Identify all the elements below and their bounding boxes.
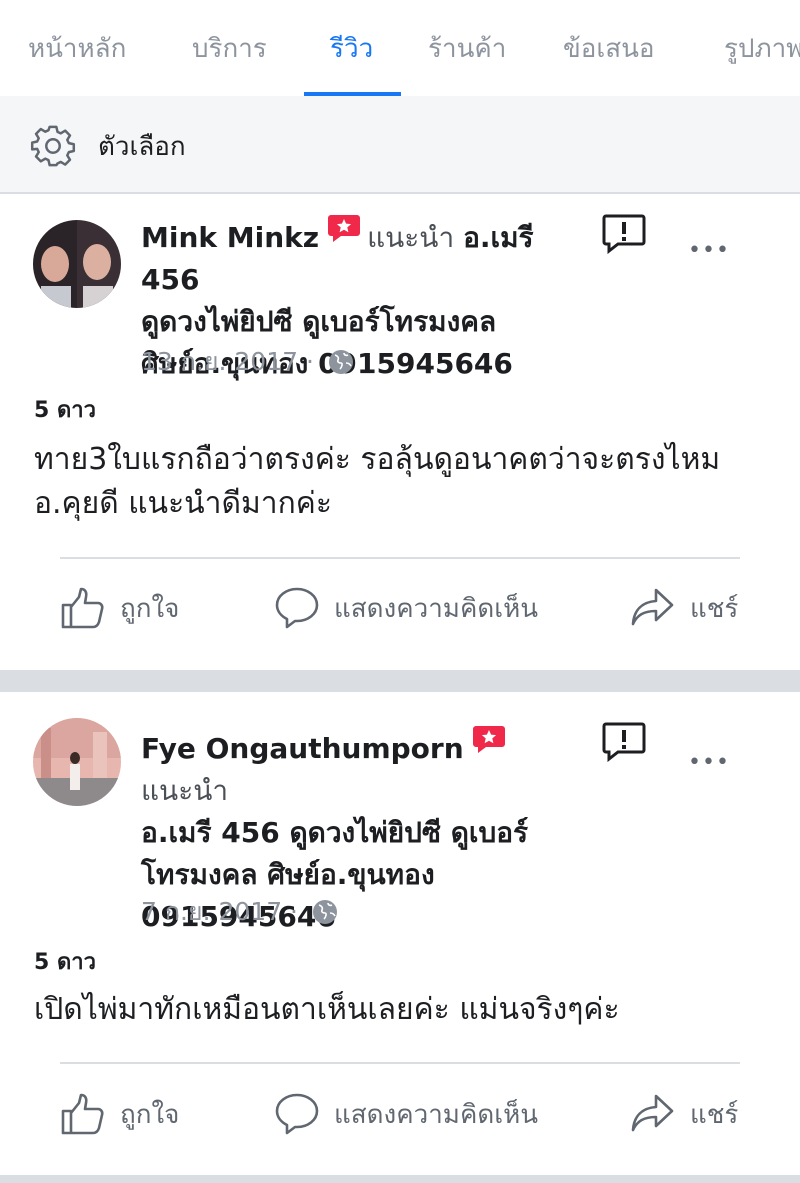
avatar[interactable]: [33, 220, 121, 308]
page-name-line2[interactable]: โทรมงคล ศิษย์อ.ขุนทอง: [141, 858, 435, 891]
tab-home[interactable]: หน้าหลัก: [28, 0, 126, 96]
options-label: ตัวเลือก: [98, 132, 186, 162]
recommend-icon: [472, 726, 505, 753]
thumbs-up-icon: [61, 587, 104, 629]
divider: [60, 557, 740, 559]
like-button[interactable]: ถูกใจ: [60, 586, 179, 630]
page-tabs: หน้าหลัก บริการ รีวิว ร้านค้า ข้อเสนอ รู…: [0, 0, 800, 96]
thumbs-up-icon: [61, 1093, 104, 1135]
tab-shop[interactable]: ร้านค้า: [428, 0, 506, 96]
review-text: ทาย3ใบแรกถือว่าตรงค่ะ รอลุ้นดูอนาคตว่าจะ…: [34, 442, 721, 521]
tab-offers[interactable]: ข้อเสนอ: [563, 0, 655, 96]
comment-icon: [275, 1093, 319, 1135]
recommend-icon: [328, 215, 361, 242]
date-text[interactable]: 7 ก.ย. 2017 ·: [141, 892, 298, 932]
page-name[interactable]: อ.เมรี 456 ดูดวงไพ่ยิปซี ดูเบอร์: [141, 816, 528, 849]
review-date: 7 ก.ย. 2017 ·: [141, 892, 338, 932]
recommend-verb: แนะนำ: [367, 221, 455, 254]
gear-icon: [30, 125, 76, 167]
globe-icon: [328, 350, 353, 374]
divider: [60, 1062, 740, 1064]
tab-photos[interactable]: รูปภาพ: [724, 0, 800, 96]
comment-label: แสดงความคิดเห็น: [334, 593, 539, 624]
comment-button[interactable]: แสดงความคิดเห็น: [274, 586, 538, 630]
more-options-icon[interactable]: •••: [688, 750, 730, 775]
comment-label: แสดงความคิดเห็น: [334, 1099, 539, 1130]
avatar[interactable]: [33, 718, 121, 806]
recommend-verb: แนะนำ: [141, 774, 229, 807]
star-rating: 5 ดาว: [34, 398, 96, 423]
globe-icon: [313, 900, 337, 924]
report-icon[interactable]: [602, 722, 646, 762]
page-name-line2[interactable]: ดูดวงไพ่ยิปซี ดูเบอร์โทรมงคล: [141, 305, 496, 338]
like-label: ถูกใจ: [120, 1099, 180, 1130]
like-button[interactable]: ถูกใจ: [60, 1092, 179, 1136]
review-card: Fye Ongauthumporn แนะนำ อ.เมรี 456 ดูดวงไ…: [0, 692, 800, 1175]
share-button[interactable]: แชร์: [630, 586, 738, 630]
share-label: แชร์: [690, 1099, 739, 1130]
comment-icon: [275, 587, 319, 629]
review-date: 13 ก.ย. 2017 ·: [141, 342, 354, 382]
review-separator: [0, 1175, 800, 1183]
review-separator: [0, 670, 800, 692]
review-text: เปิดไพ่มาทักเหมือนตาเห็นเลยค่ะ แม่นจริงๆ…: [34, 992, 620, 1027]
options-bar[interactable]: ตัวเลือก: [0, 96, 800, 194]
share-button[interactable]: แชร์: [630, 1092, 738, 1136]
share-icon: [631, 588, 674, 626]
report-icon[interactable]: [602, 214, 646, 254]
tab-services[interactable]: บริการ: [192, 0, 267, 96]
share-icon: [631, 1094, 674, 1132]
tab-reviews[interactable]: รีวิว: [303, 0, 402, 96]
comment-button[interactable]: แสดงความคิดเห็น: [274, 1092, 538, 1136]
star-rating: 5 ดาว: [34, 950, 96, 975]
like-label: ถูกใจ: [120, 593, 180, 624]
share-label: แชร์: [690, 593, 739, 624]
author-name[interactable]: Mink Minkz: [141, 221, 319, 254]
more-options-icon[interactable]: •••: [688, 238, 730, 263]
review-card: Mink Minkz แนะนำ อ.เมรี 456 ดูดวงไพ่ยิปซี…: [0, 196, 800, 670]
author-name[interactable]: Fye Ongauthumporn: [141, 732, 464, 765]
date-text[interactable]: 13 ก.ย. 2017 ·: [141, 342, 314, 382]
